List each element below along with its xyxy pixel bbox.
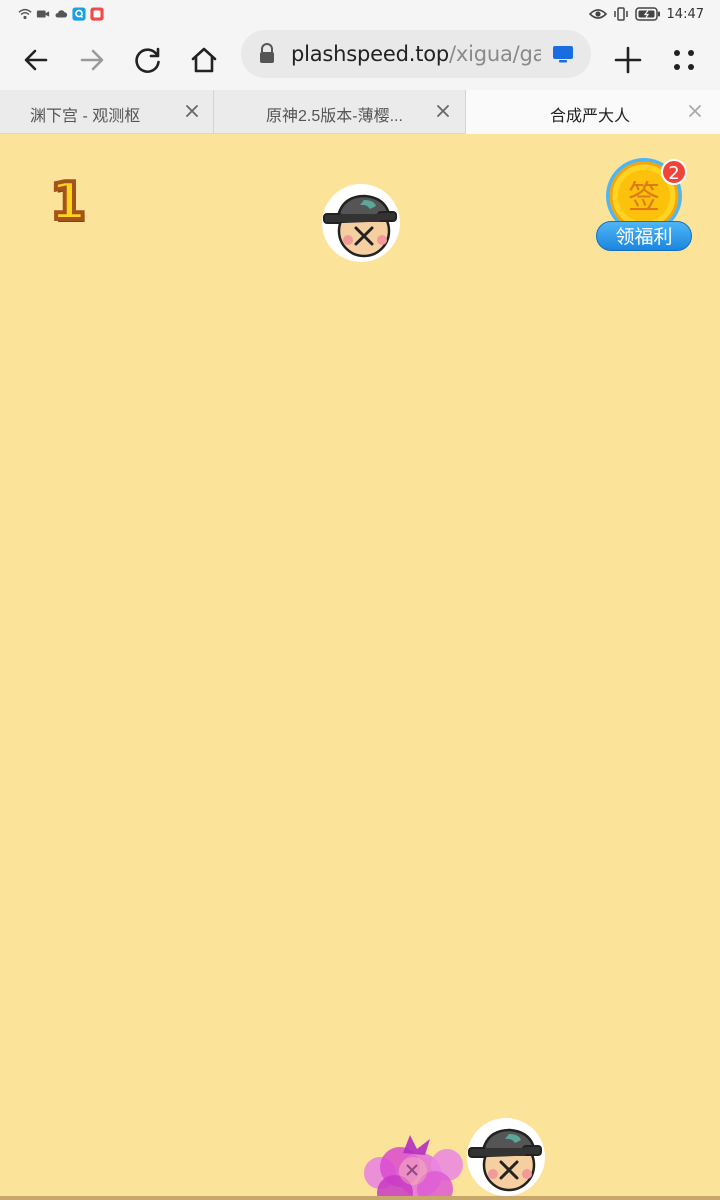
- browser-toolbar: plashspeed.top/xigua/ga: [0, 30, 720, 90]
- tab-3[interactable]: 合成严大人: [466, 90, 720, 134]
- wifi-icon: [18, 8, 32, 20]
- tab-close-button[interactable]: [684, 100, 706, 122]
- home-button[interactable]: [182, 38, 226, 82]
- cast-icon[interactable]: [551, 44, 575, 64]
- close-icon: [186, 105, 198, 117]
- new-tab-button[interactable]: [606, 38, 650, 82]
- reload-icon: [135, 47, 160, 73]
- reload-button[interactable]: [126, 38, 170, 82]
- qq-icon: [72, 7, 86, 21]
- url-text: plashspeed.top/xigua/ga: [291, 42, 541, 66]
- status-bar: 14:47: [0, 0, 720, 30]
- close-icon: [689, 105, 701, 117]
- video-icon: [36, 10, 50, 18]
- tab-title: 原神2.5版本-薄樱...: [266, 108, 403, 125]
- home-icon: [191, 47, 217, 73]
- close-icon: [437, 105, 449, 117]
- current-fruit-face[interactable]: [320, 182, 402, 264]
- back-icon: [24, 49, 48, 71]
- welfare-button[interactable]: 签 领福利 2: [594, 158, 694, 254]
- resting-fruit-face: [467, 1118, 545, 1196]
- battery-icon: [634, 7, 660, 21]
- status-left-icons: [18, 7, 104, 21]
- back-button[interactable]: [14, 38, 58, 82]
- notification-badge: 2: [661, 159, 687, 185]
- status-right: 14:47: [588, 6, 704, 22]
- cloud-icon: [55, 10, 68, 18]
- app-icon: [90, 7, 104, 21]
- tab-title: 渊下宫 - 观测枢: [30, 108, 141, 125]
- menu-button[interactable]: [662, 38, 706, 82]
- address-bar[interactable]: plashspeed.top/xigua/ga: [241, 30, 591, 78]
- forward-icon: [80, 49, 104, 71]
- tab-close-button[interactable]: [432, 100, 454, 122]
- menu-icon: [674, 50, 694, 70]
- tab-title: 合成严大人: [550, 108, 631, 125]
- new-tab-icon: [614, 46, 642, 74]
- eye-icon: [588, 9, 607, 19]
- lock-icon: [260, 43, 274, 63]
- url-path: /xigua/ga: [449, 42, 541, 66]
- game-canvas[interactable]: 1 签 领福利 2: [0, 134, 720, 1200]
- merge-splash-effect: [364, 1135, 463, 1200]
- sign-char: 签: [628, 178, 660, 216]
- vibrate-icon: [613, 7, 628, 21]
- url-host: plashspeed.top: [291, 42, 450, 66]
- tab-close-button[interactable]: [181, 100, 203, 122]
- tab-1[interactable]: 渊下宫 - 观测枢: [0, 90, 214, 134]
- tab-strip: 渊下宫 - 观测枢 原神2.5版本-薄樱... 合成严大人: [0, 90, 720, 134]
- score: 1: [48, 172, 88, 232]
- forward-button[interactable]: [70, 38, 114, 82]
- clock: 14:47: [666, 6, 704, 22]
- ground-line: [0, 1196, 720, 1200]
- welfare-label: 领福利: [596, 221, 692, 251]
- tab-2[interactable]: 原神2.5版本-薄樱...: [214, 90, 466, 134]
